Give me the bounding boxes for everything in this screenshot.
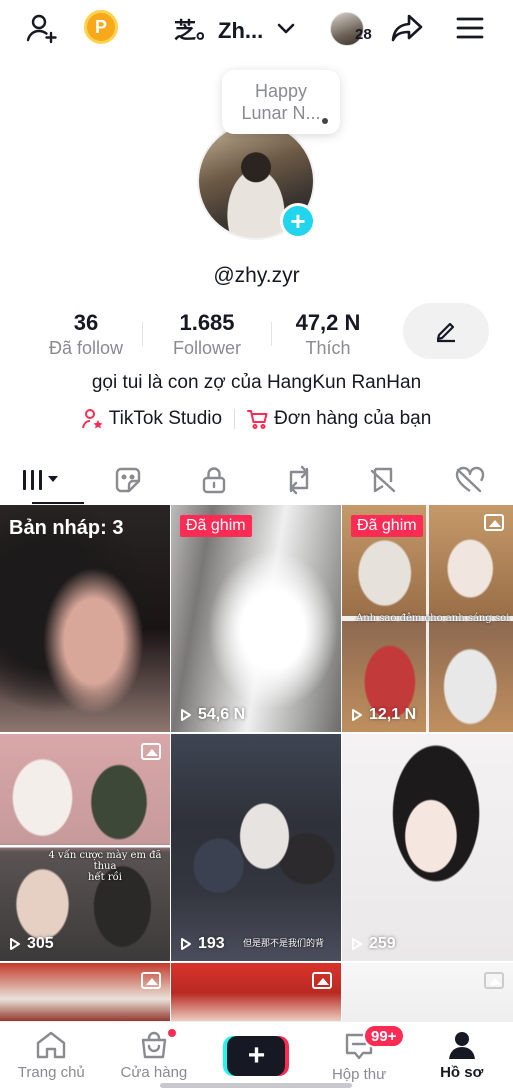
photo-icon xyxy=(141,972,161,989)
nav-profile-label: Hồ sơ xyxy=(440,1064,484,1081)
bio: gọi tui là con zợ của HangKun RanHan xyxy=(91,372,422,393)
view-count: 54,6 N xyxy=(180,706,245,724)
tab-reposts[interactable] xyxy=(257,456,343,504)
tab-stickers[interactable] xyxy=(86,456,172,504)
add-user-icon[interactable] xyxy=(24,10,60,46)
following-stat[interactable]: 36 Đã follow xyxy=(30,310,142,359)
followers-stat[interactable]: 1.685 Follower xyxy=(143,310,271,359)
profile-icon xyxy=(448,1032,475,1059)
nav-create[interactable]: + xyxy=(205,1022,308,1091)
orders-label: Đơn hàng của bạn xyxy=(274,408,432,429)
home-indicator xyxy=(160,1083,352,1088)
video-caption: 4 vấn cược mày em đã thua hết rồi xyxy=(48,850,162,883)
photo-tile[interactable] xyxy=(171,963,341,1023)
video-caption: 但是那不是我们的背 xyxy=(243,939,325,949)
top-bar: P 芝。Zh... 28 xyxy=(0,0,513,56)
photo-icon xyxy=(484,972,504,989)
nav-shop-label: Cửa hàng xyxy=(120,1064,188,1081)
pinned-badge: Đã ghim xyxy=(180,515,252,537)
shopping-bag-icon xyxy=(141,1031,167,1059)
sticker-icon xyxy=(116,467,141,493)
following-count: 36 xyxy=(73,310,99,335)
likes-label: Thích xyxy=(305,338,351,358)
nav-inbox-label: Hộp thư xyxy=(331,1066,387,1083)
orders-link[interactable]: Đơn hàng của bạn xyxy=(247,408,431,430)
edit-profile-button[interactable] xyxy=(403,303,489,359)
liked-icon xyxy=(456,466,485,493)
studio-icon xyxy=(81,409,103,429)
play-icon xyxy=(352,709,362,721)
photo-tile[interactable]: 4 vấn cược mày em đã thua hết rồi 305 xyxy=(0,734,170,961)
grid-icon xyxy=(22,470,58,490)
profile-tabs xyxy=(0,456,513,504)
inbox-badge: 99+ xyxy=(362,1024,405,1048)
video-tile[interactable]: 193 但是那不是我们的背 xyxy=(171,734,341,961)
plus-icon: + xyxy=(247,1039,266,1072)
create-button[interactable]: + xyxy=(227,1036,286,1076)
video-caption: Anh sao đêm cho anh sáng soi xyxy=(356,613,510,624)
story-count: 28 xyxy=(355,26,372,43)
video-tile[interactable]: Đã ghim 54,6 N xyxy=(171,505,341,732)
tiktok-studio-label: TikTok Studio xyxy=(108,408,223,429)
play-icon xyxy=(352,938,362,950)
tab-liked[interactable] xyxy=(428,456,513,504)
coin-icon[interactable]: P xyxy=(84,10,118,44)
nav-home[interactable]: Trang chủ xyxy=(0,1022,103,1091)
likes-stat[interactable]: 47,2 N Thích xyxy=(272,310,384,359)
pinned-badge: Đã ghim xyxy=(351,515,423,537)
video-grid: Bản nháp: 3 Đã ghim 54,6 N Đã ghim Anh s… xyxy=(0,505,513,1023)
view-count: 12,1 N xyxy=(351,706,416,724)
pencil-icon xyxy=(436,322,455,343)
play-icon xyxy=(181,709,191,721)
view-count: 305 xyxy=(9,935,54,953)
account-switcher[interactable]: 芝。Zh... xyxy=(174,13,295,45)
photo-icon xyxy=(141,743,161,760)
bookmark-icon xyxy=(370,467,395,493)
chevron-down-icon xyxy=(277,23,295,34)
view-count: 259 xyxy=(351,935,396,953)
play-icon xyxy=(181,938,191,950)
note-bubble[interactable]: Happy Lunar N... xyxy=(222,70,340,134)
share-icon[interactable] xyxy=(389,10,425,46)
tab-videos[interactable] xyxy=(0,456,86,504)
repost-icon xyxy=(290,465,309,495)
followers-count: 1.685 xyxy=(179,310,235,335)
play-icon xyxy=(10,938,20,950)
note-text: Happy Lunar N... xyxy=(241,81,321,123)
bottom-nav: Trang chủ Cửa hàng + Hộp thư 99+ Hồ sơ xyxy=(0,1021,513,1091)
add-story-button[interactable]: + xyxy=(280,203,316,239)
profile-stats: 36 Đã follow 1.685 Follower 47,2 N Thích xyxy=(30,310,384,359)
view-count: 193 xyxy=(180,935,225,953)
followers-label: Follower xyxy=(172,338,242,358)
photo-tile[interactable] xyxy=(342,963,513,1023)
nav-shop[interactable]: Cửa hàng xyxy=(103,1022,206,1091)
draft-tile[interactable]: Bản nháp: 3 xyxy=(0,505,170,732)
profile-links: TikTok Studio Đơn hàng của bạn xyxy=(0,408,513,430)
tiktok-studio-link[interactable]: TikTok Studio xyxy=(81,408,223,430)
nav-home-label: Trang chủ xyxy=(17,1064,85,1081)
username: @zhy.zyr xyxy=(213,264,300,287)
photo-icon xyxy=(312,972,332,989)
home-icon xyxy=(37,1031,66,1059)
draft-label: Bản nháp: 3 xyxy=(9,517,124,539)
notification-dot xyxy=(166,1028,177,1038)
photo-icon xyxy=(484,514,504,531)
menu-icon[interactable] xyxy=(452,10,488,46)
account-name: 芝。Zh... xyxy=(174,18,264,43)
following-label: Đã follow xyxy=(48,338,124,358)
nav-profile[interactable]: Hồ sơ xyxy=(410,1022,513,1091)
photo-tile[interactable]: Đã ghim Anh sao đêm cho anh sáng soi 12,… xyxy=(342,505,513,732)
video-tile[interactable]: 259 xyxy=(342,734,513,961)
photo-tile[interactable] xyxy=(0,963,170,1023)
cart-icon xyxy=(247,410,268,429)
nav-inbox[interactable]: Hộp thư 99+ xyxy=(308,1022,411,1091)
tab-private[interactable] xyxy=(171,456,257,504)
likes-count: 47,2 N xyxy=(295,310,361,335)
note-dot xyxy=(322,118,328,124)
tab-favorites[interactable] xyxy=(342,456,428,504)
divider xyxy=(234,409,236,429)
lock-icon xyxy=(202,467,225,494)
